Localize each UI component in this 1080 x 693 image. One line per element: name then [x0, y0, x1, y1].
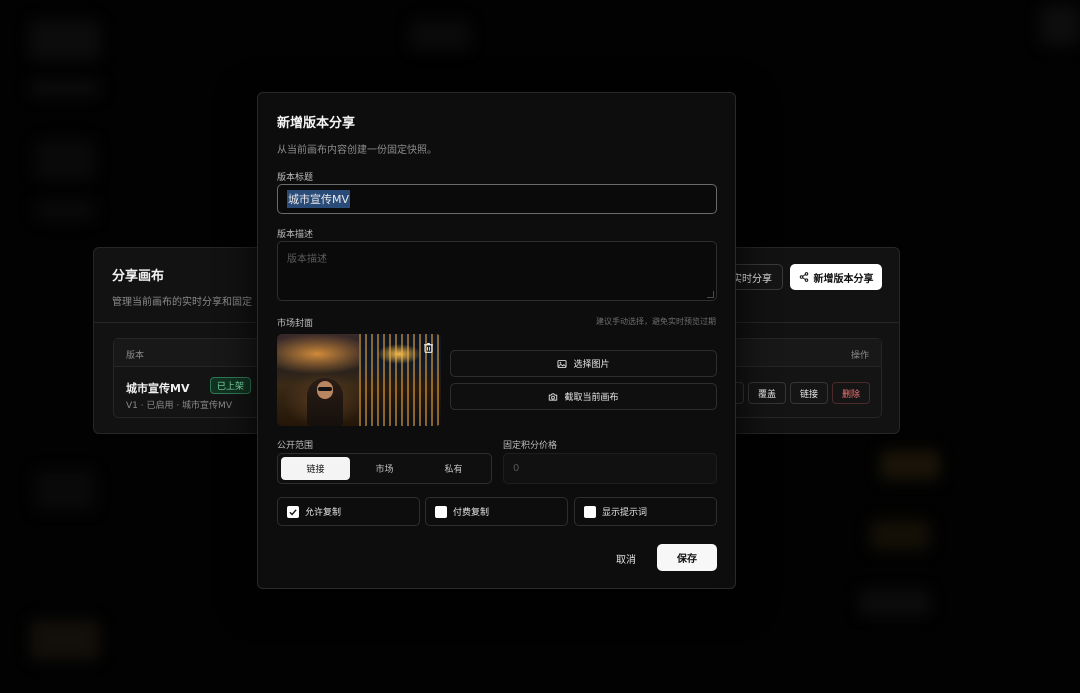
- trash-icon[interactable]: [421, 340, 435, 354]
- allow-copy-label: 允许复制: [305, 508, 342, 518]
- show-prompt-checkbox[interactable]: 显示提示词: [574, 497, 717, 526]
- row-meta: V1 · 已启用 · 城市宣传MV: [126, 401, 232, 411]
- visibility-segmented-control: 链接 市场 私有: [277, 453, 492, 484]
- row-title: 城市宣传MV: [126, 382, 190, 395]
- checkbox-square: [584, 505, 596, 518]
- delete-button[interactable]: 删除: [832, 382, 871, 404]
- visibility-option-link[interactable]: 链接: [281, 457, 350, 480]
- resize-handle[interactable]: [707, 291, 714, 298]
- select-image-button[interactable]: 选择图片: [450, 350, 717, 377]
- version-title-input[interactable]: 城市宣传MV: [277, 184, 717, 214]
- check-icon: [287, 505, 299, 518]
- overwrite-button[interactable]: 覆盖: [748, 382, 787, 404]
- image-icon: [557, 359, 568, 368]
- save-button[interactable]: 保存: [657, 544, 717, 571]
- camera-icon: [549, 392, 558, 401]
- new-version-share-label: 新增版本分享: [813, 273, 874, 285]
- dialog-title: 新增版本分享: [277, 116, 356, 131]
- paid-copy-label: 付费复制: [453, 508, 490, 518]
- version-desc-label: 版本描述: [277, 230, 314, 240]
- cover-figure-glasses: [318, 387, 332, 391]
- paid-copy-checkbox[interactable]: 付费复制: [425, 497, 568, 526]
- select-image-label: 选择图片: [573, 360, 610, 370]
- price-input[interactable]: 0: [503, 453, 717, 484]
- price-value: 0: [513, 463, 520, 474]
- checkbox-square: [435, 505, 447, 518]
- version-title-label: 版本标题: [277, 173, 314, 183]
- version-title-value: 城市宣传MV: [287, 190, 351, 208]
- new-version-share-button[interactable]: 新增版本分享: [790, 264, 882, 290]
- visibility-option-market[interactable]: 市场: [350, 457, 419, 480]
- link-button[interactable]: 链接: [790, 382, 829, 404]
- cover-label: 市场封面: [277, 319, 314, 329]
- cover-hint: 建议手动选择，避免实时预览过期: [596, 317, 716, 326]
- cover-image: [277, 334, 441, 426]
- share-icon: [799, 272, 808, 282]
- share-panel-title: 分享画布: [112, 269, 165, 284]
- column-header-version: 版本: [126, 351, 145, 361]
- allow-copy-checkbox[interactable]: 允许复制: [277, 497, 420, 526]
- dialog-subtitle: 从当前画布内容创建一份固定快照。: [277, 145, 437, 156]
- cancel-button[interactable]: 取消: [607, 545, 645, 571]
- visibility-label: 公开范围: [277, 441, 314, 451]
- visibility-option-private[interactable]: 私有: [419, 457, 488, 480]
- version-desc-placeholder: 版本描述: [287, 254, 327, 265]
- capture-canvas-label: 截取当前画布: [564, 393, 619, 403]
- capture-canvas-button[interactable]: 截取当前画布: [450, 383, 717, 410]
- price-label: 固定积分价格: [503, 441, 558, 451]
- version-desc-textarea[interactable]: 版本描述: [277, 241, 717, 301]
- show-prompt-label: 显示提示词: [602, 508, 648, 518]
- new-version-dialog: 新增版本分享 从当前画布内容创建一份固定快照。 版本标题 城市宣传MV 版本描述…: [257, 92, 736, 589]
- share-panel-subtitle: 管理当前画布的实时分享和固定: [112, 297, 252, 308]
- status-badge: 已上架: [210, 377, 252, 394]
- column-header-actions: 操作: [850, 351, 869, 361]
